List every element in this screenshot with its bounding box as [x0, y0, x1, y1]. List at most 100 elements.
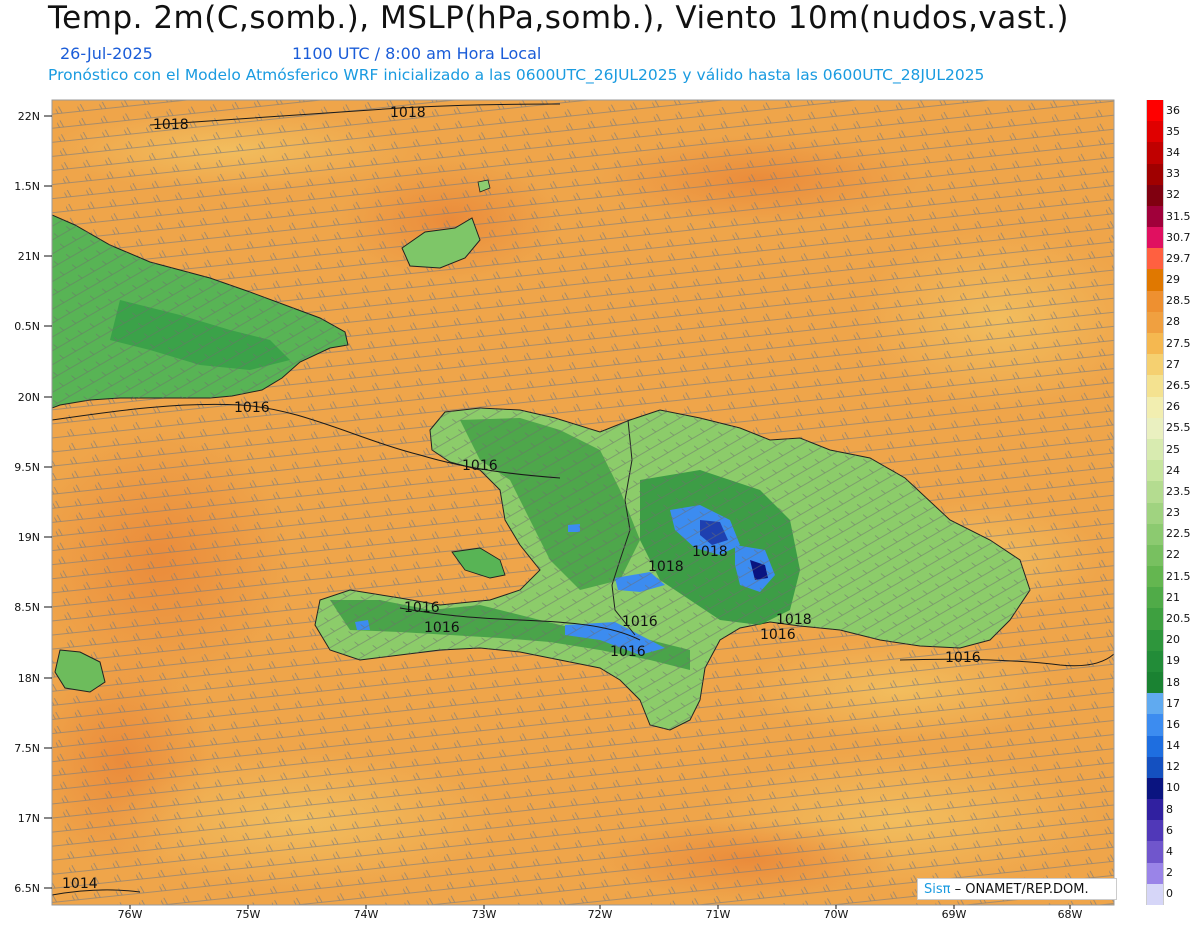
legend-color-cell [1146, 354, 1164, 376]
lat-label: 17N [18, 812, 40, 825]
legend-label: 10 [1166, 781, 1180, 795]
isobar-label: 1018 [692, 544, 728, 560]
credit-brand: Sisπ [924, 882, 951, 897]
legend-color-cell [1146, 629, 1164, 652]
legend-label: 22 [1166, 548, 1180, 562]
legend-label: 31.5 [1166, 209, 1191, 223]
lon-label: 72W [588, 908, 613, 921]
legend-color-cell [1146, 227, 1164, 249]
legend-label: 21 [1166, 590, 1180, 604]
lon-label: 70W [824, 908, 849, 921]
legend-color-cell [1146, 417, 1164, 440]
legend-color-cell [1146, 163, 1164, 186]
legend-color-cell [1146, 311, 1164, 334]
credit-box: Sisπ – ONAMET/REP.DOM. [917, 878, 1117, 900]
legend-label: 19 [1166, 654, 1180, 668]
legend-label: 0 [1166, 887, 1173, 901]
isobar-label: 1018 [390, 105, 426, 121]
legend-color-cell [1146, 481, 1164, 503]
legend-label: 20.5 [1166, 612, 1191, 625]
legend-label: 30.7 [1166, 230, 1191, 244]
legend-color-cell [1146, 799, 1164, 821]
legend-label: 14 [1166, 739, 1180, 753]
isobar-label: 1018 [776, 612, 812, 628]
legend-label: 28 [1166, 315, 1180, 329]
legend-label: 8 [1166, 802, 1173, 816]
legend-label: 18 [1166, 675, 1180, 689]
legend-color-cell [1146, 269, 1164, 292]
lon-label: 73W [472, 908, 497, 921]
isobar-label: 1016 [462, 458, 498, 474]
legend-color-cell [1146, 375, 1164, 398]
isobar-label: 1016 [945, 650, 981, 666]
legend-label: 22.5 [1166, 527, 1191, 541]
lat-label: 1.5N [14, 180, 40, 193]
legend-color-cell [1146, 608, 1164, 631]
legend-color-cell [1146, 438, 1164, 461]
lat-label: 7.5N [14, 742, 40, 755]
legend-color-cell [1146, 523, 1164, 546]
legend-color-cell [1146, 883, 1164, 906]
isobar-label: 1016 [622, 614, 658, 630]
legend-color-cell [1146, 121, 1164, 143]
legend-color-cell [1146, 587, 1164, 609]
lat-label: 21N [18, 250, 40, 263]
legend-label: 26 [1166, 400, 1180, 414]
lat-label: 8.5N [14, 601, 40, 614]
legend-color-cell [1146, 142, 1164, 165]
isobar-label: 1016 [404, 600, 440, 616]
lat-label: 6.5N [14, 882, 40, 895]
legend-color-cell [1146, 650, 1164, 673]
lat-label: 22N [18, 110, 40, 123]
lon-label: 75W [236, 908, 261, 921]
legend-color-cell [1146, 333, 1164, 355]
legend-color-cell [1146, 820, 1164, 842]
legend-label: 17 [1166, 696, 1180, 710]
legend-color-cell [1146, 248, 1164, 270]
lat-label: 0.5N [14, 320, 40, 333]
lon-label: 71W [706, 908, 731, 921]
legend-label: 32 [1166, 188, 1180, 202]
legend-color-cell [1146, 290, 1164, 313]
legend-label: 23 [1166, 506, 1180, 520]
lat-label: 9.5N [14, 461, 40, 474]
lat-label: 19N [18, 531, 40, 544]
legend-label: 12 [1166, 760, 1180, 774]
legend-label: 23.5 [1166, 484, 1191, 498]
lat-label: 18N [18, 672, 40, 685]
legend-color-cell [1146, 693, 1164, 715]
isobar-label: 1016 [424, 620, 460, 636]
legend-color-cell [1146, 862, 1164, 885]
legend-label: 36 [1166, 103, 1180, 117]
legend-label: 27 [1166, 357, 1180, 371]
weather-map: 1018 1018 1016 1016 1018 1018 1016 1016 … [14, 99, 1115, 921]
legend-color-cell [1146, 714, 1164, 736]
legend-label: 2 [1166, 866, 1173, 880]
legend-label: 26.5 [1166, 378, 1191, 392]
isobar-label: 1016 [610, 644, 646, 660]
lon-label: 76W [118, 908, 143, 921]
legend-color-cell [1146, 544, 1164, 567]
legend-label: 21.5 [1166, 569, 1191, 583]
legend-color-cell [1146, 205, 1164, 228]
legend-color-cell [1146, 756, 1164, 779]
legend-label: 35 [1166, 124, 1180, 138]
legend-label: 25 [1166, 442, 1180, 456]
lon-label: 69W [942, 908, 967, 921]
legend-color-cell [1146, 502, 1164, 525]
credit-text: – ONAMET/REP.DOM. [950, 882, 1089, 897]
legend-color-cell [1146, 566, 1164, 588]
isobar-label: 1014 [62, 876, 98, 892]
legend-color-cell [1146, 396, 1164, 419]
isobar-label: 1016 [234, 400, 270, 416]
legend-label: 24 [1166, 463, 1180, 477]
legend-color-cell [1146, 777, 1164, 800]
legend-color-cell [1146, 671, 1164, 694]
temperature-legend [1146, 100, 1164, 906]
legend-label: 29.7 [1166, 251, 1191, 265]
isobar-label: 1016 [760, 627, 796, 643]
isobar-label: 1018 [648, 559, 684, 575]
legend-label: 16 [1166, 717, 1180, 731]
legend-color-cell [1146, 100, 1164, 122]
legend-label: 25.5 [1166, 421, 1191, 435]
